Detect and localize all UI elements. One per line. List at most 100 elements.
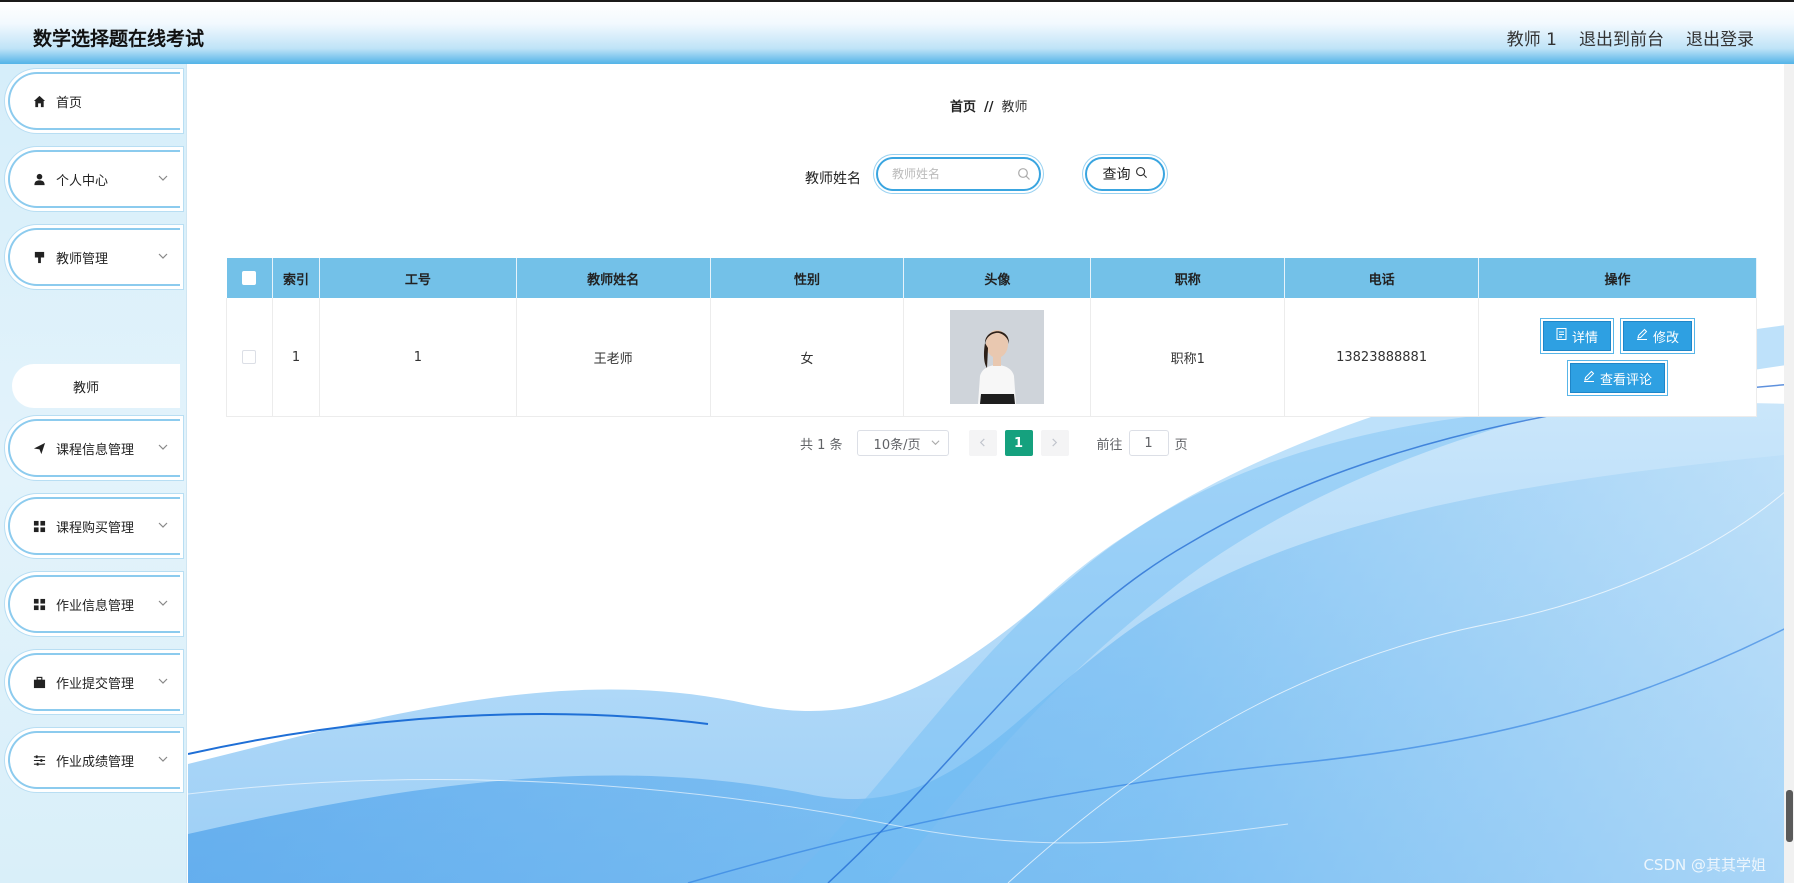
brush-icon	[32, 250, 46, 264]
chevron-down-icon	[158, 520, 168, 533]
chevron-down-icon	[158, 173, 168, 186]
chevron-down-icon	[158, 442, 168, 455]
sidebar-item-home[interactable]: 首页	[8, 72, 180, 130]
teacher-table: 索引 工号 教师姓名 性别 头像 职称 电话 操作 1 1 王老师 女 职称1 …	[226, 258, 1757, 417]
sidebar-item-label: 教师管理	[56, 251, 109, 267]
column-header: 性别	[710, 258, 905, 298]
page-number-active[interactable]: 1	[1004, 430, 1033, 456]
sidebar-subitem-teacher[interactable]: 教师	[12, 364, 180, 408]
sidebar-item-label: 作业提交管理	[56, 676, 135, 692]
search-icon	[1135, 166, 1148, 183]
scrollbar-thumb[interactable]	[1786, 790, 1793, 842]
sidebar-item-personal-center[interactable]: 个人中心	[8, 150, 180, 208]
top-bar: 数学选择题在线考试 教师 1 退出到前台 退出登录	[0, 0, 1794, 64]
page-size-value: 10条/页	[873, 437, 921, 453]
pagination-total: 共 1 条	[800, 437, 843, 453]
search-icon	[1017, 166, 1031, 180]
current-user[interactable]: 教师 1	[1507, 25, 1557, 50]
edit-icon	[1636, 328, 1648, 344]
next-page-button[interactable]	[1040, 430, 1069, 456]
sidebar-item-course-purchase[interactable]: 课程购买管理	[8, 497, 180, 555]
cell-name: 王老师	[516, 298, 711, 417]
table-header-row: 索引 工号 教师姓名 性别 头像 职称 电话 操作	[226, 258, 1757, 298]
sidebar-item-label: 个人中心	[56, 173, 109, 189]
row-checkbox[interactable]	[242, 350, 257, 364]
detail-button[interactable]: 详情	[1543, 321, 1612, 351]
search-field[interactable]	[876, 157, 1041, 191]
pagination: 共 1 条 10条/页 1 前往 页	[800, 429, 1188, 457]
user-icon	[32, 172, 46, 186]
breadcrumb: 首页 // 教师	[950, 96, 1028, 115]
chevron-down-icon	[158, 754, 168, 767]
column-header: 教师姓名	[516, 258, 711, 298]
select-all-header[interactable]	[226, 258, 273, 298]
document-icon	[1556, 328, 1567, 344]
search-label: 教师姓名	[805, 171, 861, 187]
cell-title: 职称1	[1090, 298, 1286, 417]
column-header: 电话	[1284, 258, 1480, 298]
breadcrumb-separator: //	[984, 100, 994, 115]
sidebar-item-course-info[interactable]: 课程信息管理	[8, 419, 180, 477]
column-header: 操作	[1478, 258, 1757, 298]
cell-avatar	[903, 298, 1092, 417]
cell-actions: 详情 修改 查看评论	[1478, 298, 1757, 417]
query-button-label: 查询	[1102, 167, 1131, 183]
logout-link[interactable]: 退出登录	[1686, 25, 1754, 50]
sidebar-item-label: 课程购买管理	[56, 520, 135, 536]
send-icon	[32, 441, 46, 455]
goto-page-input[interactable]	[1128, 430, 1169, 456]
chevron-right-icon	[1050, 436, 1059, 451]
cell-phone: 13823888881	[1284, 298, 1480, 417]
goto-label: 前往	[1096, 437, 1123, 453]
query-button[interactable]: 查询	[1085, 157, 1165, 191]
column-header: 头像	[903, 258, 1092, 298]
sidebar: 首页 个人中心 教师管理 教师 课程信息管理 课程购买管理 作业信息管理 作业提…	[0, 64, 187, 883]
column-header: 职称	[1090, 258, 1286, 298]
top-right-links: 教师 1 退出到前台 退出登录	[1507, 25, 1754, 50]
grid-icon	[32, 519, 46, 533]
watermark: CSDN @其其学姐	[1643, 856, 1766, 874]
briefcase-icon	[32, 675, 46, 689]
prev-page-button[interactable]	[968, 430, 997, 456]
sidebar-item-homework-grades[interactable]: 作业成绩管理	[8, 731, 180, 789]
search-input[interactable]	[890, 159, 1024, 189]
avatar[interactable]	[950, 310, 1045, 404]
detail-button-label: 详情	[1572, 330, 1599, 346]
sliders-icon	[32, 753, 46, 767]
chevron-down-icon	[931, 436, 940, 451]
column-header: 工号	[319, 258, 517, 298]
sidebar-item-label: 作业信息管理	[56, 598, 135, 614]
sidebar-item-label: 作业成绩管理	[56, 754, 135, 770]
table-row: 1 1 王老师 女 职称1 13823888881 详情 修改 查看评论	[226, 298, 1757, 417]
sidebar-item-teacher-management[interactable]: 教师管理	[8, 228, 180, 286]
select-all-checkbox[interactable]	[242, 271, 257, 285]
chevron-down-icon	[158, 251, 168, 264]
app-title: 数学选择题在线考试	[33, 28, 205, 50]
cell-index: 1	[272, 298, 320, 417]
view-reviews-button[interactable]: 查看评论	[1570, 363, 1666, 393]
sidebar-item-label: 首页	[56, 95, 83, 111]
sidebar-item-homework-submission[interactable]: 作业提交管理	[8, 653, 180, 711]
sidebar-item-homework-info[interactable]: 作业信息管理	[8, 575, 180, 633]
main-content: 首页 // 教师 教师姓名 查询 索引 工号 教师姓名 性别 头像 职称	[188, 64, 1794, 883]
breadcrumb-current: 教师	[1001, 100, 1028, 115]
page-scrollbar[interactable]	[1784, 64, 1794, 883]
edit-icon	[1583, 370, 1595, 386]
cell-job-no: 1	[319, 298, 517, 417]
sidebar-item-label: 课程信息管理	[56, 442, 135, 458]
chevron-down-icon	[158, 676, 168, 689]
page-size-select[interactable]: 10条/页	[856, 430, 949, 456]
page-unit-label: 页	[1174, 437, 1188, 453]
edit-button[interactable]: 修改	[1623, 321, 1693, 351]
row-select-cell	[226, 298, 273, 417]
edit-button-label: 修改	[1653, 330, 1680, 346]
cell-gender: 女	[710, 298, 905, 417]
back-to-front-link[interactable]: 退出到前台	[1579, 25, 1664, 50]
chevron-left-icon	[978, 436, 987, 451]
chevron-down-icon	[158, 598, 168, 611]
grid-icon	[32, 597, 46, 611]
breadcrumb-home[interactable]: 首页	[950, 100, 976, 115]
home-icon	[32, 94, 46, 108]
column-header: 索引	[272, 258, 320, 298]
view-reviews-button-label: 查看评论	[1600, 372, 1653, 388]
